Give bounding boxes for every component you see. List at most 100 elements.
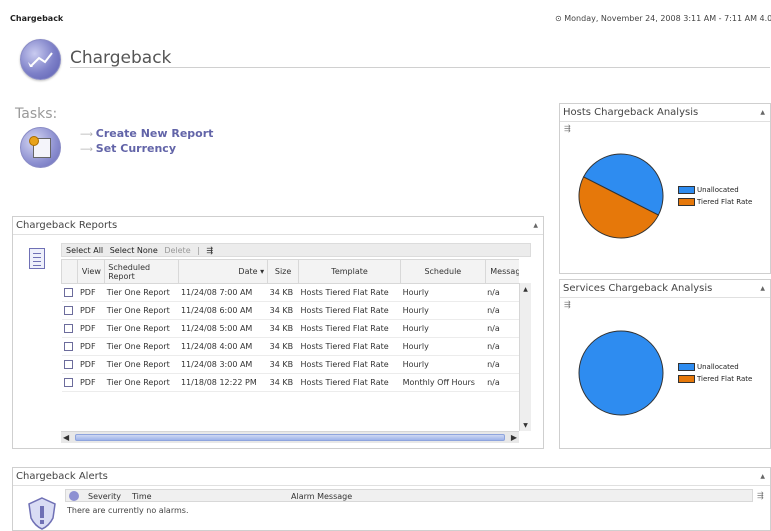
row-checkbox[interactable] — [63, 324, 73, 333]
vertical-scrollbar[interactable]: ▲ ▼ — [519, 283, 531, 431]
scroll-left-icon[interactable]: ◀ — [63, 433, 69, 442]
report-column-header[interactable]: Scheduled Report — [104, 259, 180, 284]
legend-label: Tiered Flat Rate — [697, 198, 753, 206]
scroll-up-icon[interactable]: ▲ — [520, 286, 531, 293]
legend-unallocated: Unallocated — [678, 363, 739, 371]
legend-unallocated: Unallocated — [678, 186, 739, 194]
settings-gear-icon — [20, 127, 61, 168]
legend-swatch-tiered-flat-rate — [678, 375, 695, 383]
date-column-header[interactable]: Date ▾ — [178, 259, 269, 284]
schedule-cell: Hourly — [400, 319, 486, 338]
severity-column-header[interactable]: Severity — [88, 492, 121, 501]
table-row[interactable]: PDF Tier One Report 11/24/08 4:00 AM 34 … — [61, 337, 519, 356]
select-none-button[interactable]: Select None — [110, 246, 158, 255]
row-checkbox[interactable] — [63, 288, 73, 297]
horizontal-scrollbar[interactable]: ◀ ▶ — [61, 431, 519, 443]
reports-panel-header: Chargeback Reports — [13, 217, 543, 235]
message-column-header[interactable]: Message — [484, 259, 519, 284]
time-column-header[interactable]: Time — [132, 492, 152, 501]
schedule-column-header[interactable]: Schedule — [400, 259, 486, 284]
message-cell: n/a — [485, 301, 519, 320]
schedule-cell: Monthly Off Hours — [400, 373, 486, 392]
collapse-icon[interactable]: ▲ — [760, 109, 765, 116]
legend-label: Unallocated — [697, 186, 739, 194]
services-analysis-header: Services Chargeback Analysis — [560, 280, 770, 298]
size-cell: 34 KB — [267, 301, 299, 320]
reports-toolbar: Select All Select None Delete | ⇶ — [61, 243, 531, 257]
size-cell: 34 KB — [267, 337, 299, 356]
horizontal-scroll-thumb[interactable] — [75, 434, 505, 441]
alarm-message-column-header[interactable]: Alarm Message — [291, 492, 352, 501]
reports-table: View Scheduled Report Date ▾ Size Templa… — [61, 259, 519, 392]
row-checkbox[interactable] — [63, 360, 73, 369]
hosts-analysis-title: Hosts Chargeback Analysis — [563, 107, 699, 118]
view-cell[interactable]: PDF — [77, 301, 105, 320]
date-cell: 11/18/08 12:22 PM — [178, 373, 268, 392]
report-cell: Tier One Report — [104, 337, 179, 356]
reports-panel: Chargeback Reports ▲ Select All Select N… — [12, 216, 544, 449]
view-cell[interactable]: PDF — [77, 337, 105, 356]
task-set-currency[interactable]: ⟶ Set Currency — [80, 142, 176, 155]
template-cell: Hosts Tiered Flat Rate — [298, 301, 401, 320]
pie-slice-unallocated — [578, 330, 664, 416]
alerts-panel: Chargeback Alerts ▲ Severity Time Alarm … — [12, 467, 771, 531]
hosts-pie-chart — [578, 153, 664, 239]
size-cell: 34 KB — [267, 373, 299, 392]
view-cell[interactable]: PDF — [77, 373, 105, 392]
tasks-label: Tasks: — [15, 106, 58, 122]
legend-label: Tiered Flat Rate — [697, 375, 753, 383]
task-create-new-report[interactable]: ⟶ Create New Report — [80, 127, 213, 140]
set-currency-link[interactable]: Set Currency — [96, 142, 176, 155]
services-pie-chart — [578, 330, 664, 416]
view-cell[interactable]: PDF — [77, 319, 105, 338]
empty-alarms-message: There are currently no alarms. — [67, 506, 189, 515]
size-cell: 34 KB — [267, 355, 299, 374]
select-column-header — [61, 259, 79, 284]
report-cell: Tier One Report — [104, 373, 179, 392]
message-cell: n/a — [485, 373, 519, 392]
toolbar-separator: | — [197, 246, 200, 255]
size-cell: 34 KB — [267, 319, 299, 338]
report-cell: Tier One Report — [104, 319, 179, 338]
scroll-down-icon[interactable]: ▼ — [520, 422, 531, 429]
table-row[interactable]: PDF Tier One Report 11/24/08 6:00 AM 34 … — [61, 301, 519, 320]
table-row[interactable]: PDF Tier One Report 11/24/08 5:00 AM 34 … — [61, 319, 519, 338]
schedule-cell: Hourly — [400, 355, 486, 374]
table-row[interactable]: PDF Tier One Report 11/18/08 12:22 PM 34… — [61, 373, 519, 392]
template-column-header[interactable]: Template — [298, 259, 402, 284]
legend-swatch-unallocated — [678, 363, 695, 371]
size-cell: 34 KB — [267, 283, 299, 302]
table-row[interactable]: PDF Tier One Report 11/24/08 7:00 AM 34 … — [61, 283, 519, 302]
create-report-link[interactable]: Create New Report — [96, 127, 214, 140]
table-row[interactable]: PDF Tier One Report 11/24/08 3:00 AM 34 … — [61, 355, 519, 374]
date-cell: 11/24/08 5:00 AM — [178, 319, 268, 338]
template-cell: Hosts Tiered Flat Rate — [298, 355, 401, 374]
row-checkbox[interactable] — [63, 342, 73, 351]
row-checkbox[interactable] — [63, 378, 73, 387]
row-checkbox[interactable] — [63, 306, 73, 315]
options-icon[interactable]: ⇶ — [757, 491, 764, 500]
schedule-cell: Hourly — [400, 337, 486, 356]
alerts-panel-header: Chargeback Alerts — [13, 468, 770, 486]
filter-icon[interactable]: ⇶ — [206, 246, 213, 255]
collapse-icon[interactable]: ▲ — [533, 222, 538, 229]
alerts-table-header: Severity Time Alarm Message — [65, 489, 753, 502]
view-column-header[interactable]: View — [77, 259, 106, 284]
date-cell: 11/24/08 7:00 AM — [178, 283, 268, 302]
report-document-icon — [29, 248, 45, 269]
legend-swatch-tiered-flat-rate — [678, 198, 695, 206]
view-cell[interactable]: PDF — [77, 283, 105, 302]
time-range[interactable]: ⊙ Monday, November 24, 2008 3:11 AM - 7:… — [555, 14, 771, 23]
view-cell[interactable]: PDF — [77, 355, 105, 374]
options-icon[interactable]: ⇶ — [564, 124, 571, 133]
legend-label: Unallocated — [697, 363, 739, 371]
collapse-icon[interactable]: ▲ — [760, 473, 765, 480]
message-cell: n/a — [485, 283, 519, 302]
title-divider — [70, 67, 770, 68]
select-all-button[interactable]: Select All — [66, 246, 103, 255]
options-icon[interactable]: ⇶ — [564, 300, 571, 309]
scroll-right-icon[interactable]: ▶ — [511, 433, 517, 442]
delete-button[interactable]: Delete — [164, 246, 190, 255]
collapse-icon[interactable]: ▲ — [760, 285, 765, 292]
size-column-header[interactable]: Size — [267, 259, 300, 284]
